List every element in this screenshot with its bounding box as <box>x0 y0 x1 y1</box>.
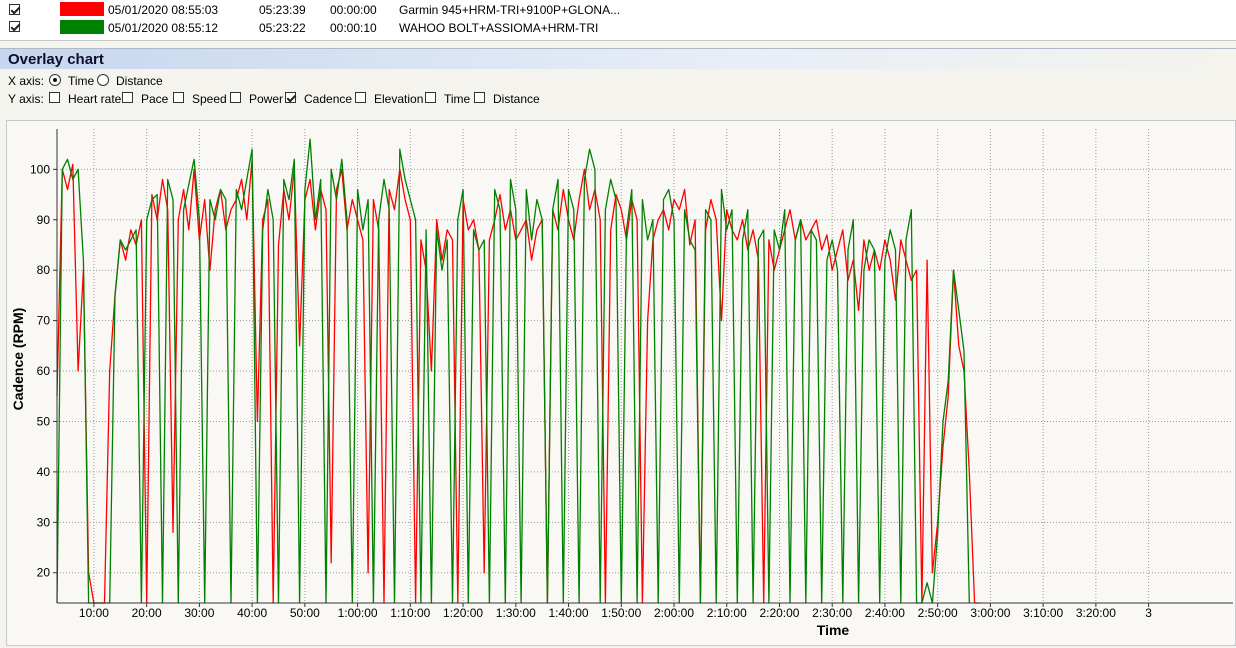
x-tick-label: 1:50:00 <box>601 606 641 620</box>
y-tick-label: 30 <box>37 515 51 529</box>
x-axis-distance-label[interactable]: Distance <box>116 74 163 88</box>
y-power-checkbox[interactable] <box>230 92 241 103</box>
y-tick-label: 20 <box>37 566 51 580</box>
activity-1-device: Garmin 945+HRM-TRI+9100P+GLONA... <box>399 3 621 17</box>
x-tick-label: 10:00 <box>79 606 109 620</box>
x-tick-label: 3 <box>1145 606 1152 620</box>
y-power-label[interactable]: Power <box>249 92 283 106</box>
cadence-overlay-chart[interactable]: 20 30 40 50 60 70 80 90 100 10:00 20:00 30:00 40:00 5… <box>7 121 1235 645</box>
x-tick-label: 2:30:00 <box>812 606 852 620</box>
x-axis-title: Time <box>817 622 850 638</box>
x-tick-label: 20:00 <box>132 606 162 620</box>
activity-row-1[interactable]: 05/01/2020 08:55:03 05:23:39 00:00:00 Ga… <box>0 1 1236 19</box>
activity-2-start: 05/01/2020 08:55:12 <box>108 21 219 35</box>
y-tick-label: 70 <box>37 314 51 328</box>
activity-2-device: WAHOO BOLT+ASSIOMA+HRM-TRI <box>399 21 599 35</box>
x-tick-label: 1:10:00 <box>390 606 430 620</box>
y-speed-checkbox[interactable] <box>173 92 184 103</box>
x-tick-label: 1:00:00 <box>338 606 378 620</box>
x-tick-label: 1:20:00 <box>443 606 483 620</box>
y-pace-checkbox[interactable] <box>122 92 133 103</box>
chart-area[interactable]: 20 30 40 50 60 70 80 90 100 10:00 20:00 30:00 40:00 5… <box>6 120 1236 646</box>
x-tick-label: 40:00 <box>237 606 267 620</box>
y-heart-rate-label[interactable]: Heart rate <box>68 92 121 106</box>
activity-2-checkbox[interactable] <box>9 21 20 32</box>
activity-1-color-swatch[interactable] <box>60 2 104 16</box>
y-tick-label: 60 <box>37 364 51 378</box>
y-axis-title: Cadence (RPM) <box>10 308 26 411</box>
y-tick-label: 90 <box>37 213 51 227</box>
y-distance-checkbox[interactable] <box>474 92 485 103</box>
x-tick-label: 2:10:00 <box>707 606 747 620</box>
x-tick-label: 2:00:00 <box>654 606 694 620</box>
activity-list: 05/01/2020 08:55:03 05:23:39 00:00:00 Ga… <box>0 0 1236 41</box>
y-pace-label[interactable]: Pace <box>141 92 168 106</box>
activity-1-offset: 00:00:00 <box>330 3 377 17</box>
x-tick-label: 1:30:00 <box>496 606 536 620</box>
activity-2-color-swatch[interactable] <box>60 20 104 34</box>
y-time-label[interactable]: Time <box>444 92 470 106</box>
y-distance-label[interactable]: Distance <box>493 92 540 106</box>
y-cadence-checkbox[interactable] <box>285 92 296 103</box>
y-tick-label: 100 <box>30 162 50 176</box>
x-tick-label: 30:00 <box>184 606 214 620</box>
y-speed-label[interactable]: Speed <box>192 92 227 106</box>
x-axis-time-label[interactable]: Time <box>68 74 94 88</box>
x-tick-label: 1:40:00 <box>549 606 589 620</box>
y-tick-label: 80 <box>37 263 51 277</box>
y-axis-label: Y axis: <box>8 92 44 106</box>
activity-1-duration: 05:23:39 <box>259 3 306 17</box>
x-tick-label: 3:10:00 <box>1023 606 1063 620</box>
y-elevation-label[interactable]: Elevation <box>374 92 423 106</box>
activity-2-duration: 05:23:22 <box>259 21 306 35</box>
x-axis-time-radio[interactable] <box>49 74 61 86</box>
x-axis-label: X axis: <box>8 74 45 88</box>
y-time-checkbox[interactable] <box>425 92 436 103</box>
panel-header: Overlay chart <box>0 48 1236 69</box>
y-elevation-checkbox[interactable] <box>355 92 366 103</box>
x-tick-label: 3:20:00 <box>1076 606 1116 620</box>
x-tick-label: 50:00 <box>290 606 320 620</box>
y-tick-label: 50 <box>37 414 51 428</box>
y-cadence-label[interactable]: Cadence <box>304 92 352 106</box>
x-axis-distance-radio[interactable] <box>97 74 109 86</box>
activity-1-start: 05/01/2020 08:55:03 <box>108 3 219 17</box>
y-heart-rate-checkbox[interactable] <box>49 92 60 103</box>
activity-2-offset: 00:00:10 <box>330 21 377 35</box>
x-tick-label: 2:40:00 <box>865 606 905 620</box>
activity-1-checkbox[interactable] <box>9 4 20 15</box>
activity-row-2[interactable]: 05/01/2020 08:55:12 05:23:22 00:00:10 WA… <box>0 19 1236 37</box>
y-tick-label: 40 <box>37 465 51 479</box>
x-tick-label: 2:20:00 <box>759 606 799 620</box>
x-tick-label: 3:00:00 <box>970 606 1010 620</box>
x-tick-label: 2:50:00 <box>918 606 958 620</box>
panel-title: Overlay chart <box>8 51 104 68</box>
